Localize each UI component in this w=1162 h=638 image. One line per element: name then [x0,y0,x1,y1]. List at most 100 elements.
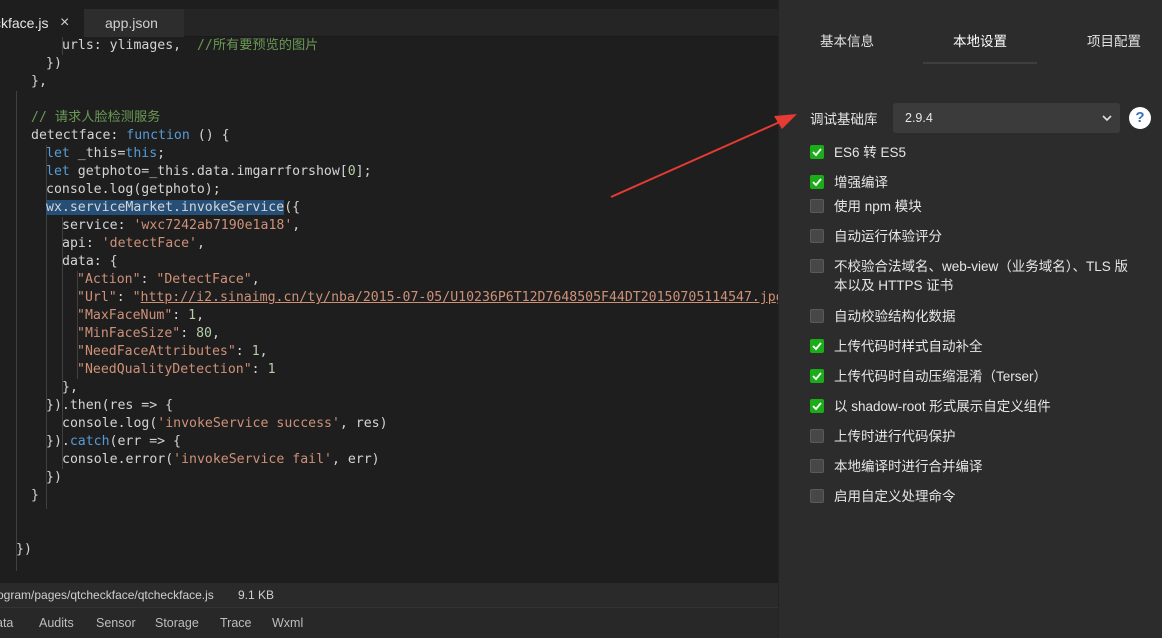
devtools-tab-wxml[interactable]: Wxml [272,608,303,638]
code-keyword: function [126,128,190,143]
code-line: "NeedQualityDetection": 1 [77,361,276,379]
code-token: _this= [69,146,126,161]
code-token: : [116,290,133,305]
devtools-tab-appdata[interactable]: ata [0,608,13,638]
code-area[interactable]: urls: ylimages, //所有要预览的图片 }) }, // 请求人脸… [0,37,778,583]
checkbox-checked[interactable] [810,369,824,383]
code-token: getphoto=_this.data.imgarrforshow[ [69,164,348,179]
code-token: (err => { [109,434,181,449]
checkbox-unchecked[interactable] [810,429,824,443]
code-line: console.error('invokeService fail', err) [62,451,380,469]
checkbox-unchecked[interactable] [810,489,824,503]
code-line: wx.serviceMarket.invokeService({ [46,199,300,217]
code-token: , err) [331,452,380,467]
code-line: console.log('invokeService success', res… [62,415,388,433]
code-number: 1 [188,308,197,323]
tab-basic-info[interactable]: 基本信息 [820,30,874,50]
code-url-link[interactable]: http://i2.sinaimg.cn/ty/nba/2015-07-05/U… [141,290,778,305]
tab-qtcheckface-js[interactable]: ckface.js × [0,9,84,37]
code-line: }) [46,56,62,71]
checkbox-unchecked[interactable] [810,459,824,473]
active-tab-indicator [923,62,1037,64]
file-size: 9.1 KB [238,588,275,602]
checkbox-unchecked[interactable] [810,199,824,213]
code-comment: // 请求人脸检测服务 [31,110,161,125]
option-label: 启用自定义处理命令 [834,489,956,504]
code-line: "Action": "DetectFace", [77,271,260,289]
option-label: 自动校验结构化数据 [834,309,956,324]
code-line: }).then(res => { [46,398,174,413]
code-token: console.error( [62,452,174,467]
checkbox-checked[interactable] [810,339,824,353]
code-token: : [235,344,252,359]
code-selection: wx.serviceMarket.invokeService [46,200,285,215]
option-label: 不校验合法域名、web-view（业务域名）、TLS 版本以及 HTTPS 证书 [834,259,1129,293]
devtools-tab-audits[interactable]: Audits [39,608,74,638]
check-icon [812,402,822,411]
code-token: : [140,272,157,287]
code-token: , [259,344,268,359]
code-line: urls: ylimages, //所有要预览的图片 [62,37,318,55]
code-token: console.log( [62,416,158,431]
code-keyword: let [46,164,70,179]
code-string: "NeedFaceAttributes" [77,344,236,359]
tab-app-json[interactable]: app.json [84,9,184,37]
code-token: : [172,308,189,323]
code-line: "MaxFaceNum": 1, [77,307,204,325]
checkbox-checked[interactable] [810,399,824,413]
code-token: service: [62,218,134,233]
devtools-tab-trace[interactable]: Trace [220,608,252,638]
devtools-tab-bar: ata Audits Sensor Storage Trace Wxml [0,607,778,638]
code-token: : [251,362,268,377]
code-keyword: let [46,146,70,161]
code-line: }) [46,470,62,485]
checkbox-unchecked[interactable] [810,259,824,273]
code-string: 'invokeService fail' [173,452,332,467]
code-token: api: [62,236,102,251]
code-token: ; [157,146,166,161]
help-icon[interactable]: ? [1129,107,1151,129]
option-label: 上传时进行代码保护 [834,429,956,444]
code-token: detectface [31,128,111,143]
status-bar: ogram/pages/qtcheckface/qtcheckface.js 9… [0,583,778,607]
code-line: let _this=this; [46,145,165,163]
code-token: ]; [355,164,372,179]
checkbox-unchecked[interactable] [810,229,824,243]
code-line: console.log(getphoto); [46,182,221,197]
check-icon [812,148,822,157]
devtools-tab-sensor[interactable]: Sensor [96,608,136,638]
devtools-tab-storage[interactable]: Storage [155,608,199,638]
tab-local-settings[interactable]: 本地设置 [953,30,1007,50]
checkbox-checked[interactable] [810,175,824,189]
code-token: , [251,272,260,287]
code-line: detectface: function () { [31,127,230,145]
tab-label: ckface.js [0,15,49,31]
code-string: "MaxFaceNum" [77,308,173,323]
debug-lib-value: 2.9.4 [905,111,933,125]
close-icon[interactable]: × [60,9,69,37]
code-token: , [196,236,205,251]
chevron-down-icon [1102,115,1112,122]
code-comment: //所有要预览的图片 [196,38,319,53]
code-line: }, [31,74,47,89]
code-string: "Action" [77,272,141,287]
checkbox-unchecked[interactable] [810,309,824,323]
code-line: data: { [62,254,118,269]
checkbox-checked[interactable] [810,145,824,159]
check-icon [812,372,822,381]
code-keyword: this [125,146,158,161]
code-token: : [110,128,127,143]
code-token: () { [189,128,230,143]
option-label: 以 shadow-root 形式展示自定义组件 [834,399,1051,414]
code-token: : ylimages, [93,38,197,53]
tab-project-config[interactable]: 项目配置 [1087,30,1141,50]
code-line: "MinFaceSize": 80, [77,325,220,343]
project-settings-panel: 基本信息 本地设置 项目配置 调试基础库 2.9.4 ? ES6 转 ES5 增强… [778,0,1162,638]
editor-tab-bar: ckface.js × app.json [0,9,778,37]
code-string: 'invokeService success' [157,416,340,431]
code-string: "Url" [77,290,117,305]
code-token: , res) [339,416,388,431]
code-line: service: 'wxc7242ab7190e1a18', [62,217,300,235]
code-number: 0 [347,164,356,179]
debug-lib-select[interactable]: 2.9.4 [893,103,1120,133]
